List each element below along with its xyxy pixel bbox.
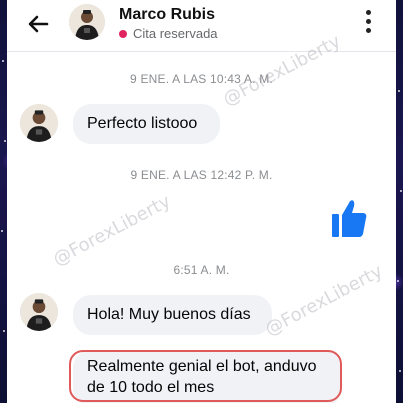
contact-avatar[interactable] — [69, 4, 105, 40]
like-button[interactable] — [330, 197, 368, 239]
timestamp: 6:51 A. M. — [173, 263, 230, 277]
contact-name[interactable]: Marco Rubis — [119, 6, 215, 24]
back-button[interactable] — [25, 11, 51, 37]
watermark: @ForexLiberty — [49, 190, 175, 271]
message-bubble-received[interactable]: Perfecto listooo — [73, 104, 220, 144]
message-avatar — [20, 104, 58, 142]
chat-window: Marco Rubis Cita reservada 9 ENE. A LAS … — [7, 0, 396, 403]
arrow-left-icon — [28, 15, 49, 33]
more-options-button[interactable] — [364, 10, 372, 38]
highlight-frame — [69, 350, 342, 402]
status-text: Cita reservada — [133, 26, 218, 41]
thumbs-up-icon — [332, 200, 367, 237]
timestamp: 9 ENE. A LAS 10:43 A. M. — [130, 72, 273, 86]
message-bubble-received[interactable]: Hola! Muy buenos días — [73, 295, 272, 335]
vertical-dots-icon — [364, 10, 372, 33]
message-avatar — [20, 293, 58, 331]
timestamp: 9 ENE. A LAS 12:42 P. M. — [130, 168, 273, 182]
chat-header: Marco Rubis Cita reservada — [7, 0, 396, 52]
contact-status: Cita reservada — [119, 26, 218, 41]
status-dot — [119, 29, 127, 38]
